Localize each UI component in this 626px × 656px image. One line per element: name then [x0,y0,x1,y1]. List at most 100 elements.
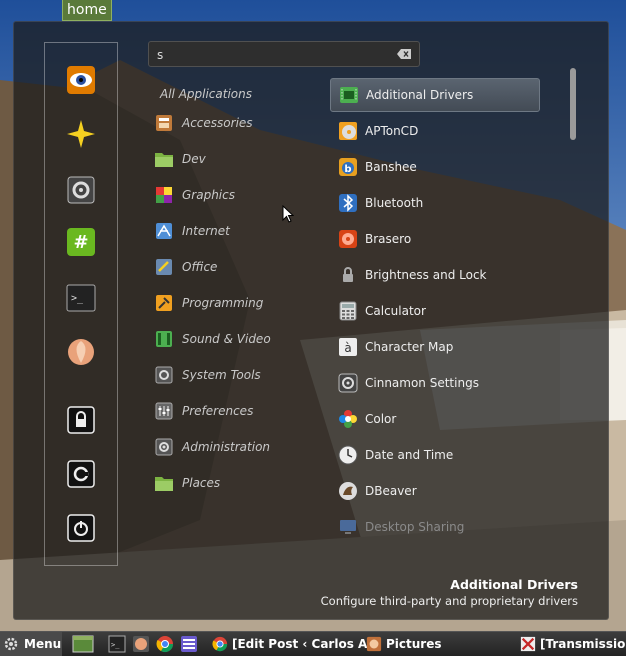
clock-icon [338,445,358,465]
fav-star[interactable] [64,117,98,151]
category-programming[interactable]: Programming [154,289,324,317]
category-system-tools[interactable]: System Tools [154,361,324,389]
workspace-icon [181,636,197,652]
folder-icon [154,473,174,493]
color-icon [338,409,358,429]
accessories-icon [154,113,174,133]
category-internet[interactable]: Internet [154,217,324,245]
settings-icon [338,373,358,393]
mouse-pointer-icon [282,205,294,223]
brasero-icon [338,229,358,249]
gear-icon [4,637,18,651]
fav-lock-screen[interactable] [64,403,98,437]
star-icon [67,120,95,148]
app-brasero[interactable]: Brasero [330,222,540,256]
desktop-icon-home-label[interactable]: home [62,0,112,21]
app-label: Bluetooth [365,196,424,210]
apps-scrollbar[interactable] [570,68,576,140]
category-all-applications[interactable]: All Applications [154,80,330,108]
shell-icon [133,636,149,652]
task-label: [Transmission] [540,637,626,651]
category-accessories[interactable]: Accessories [154,109,324,137]
search-input[interactable] [155,44,395,66]
desktop-sharing-icon [338,517,358,537]
task-transmission[interactable]: [Transmission] [520,632,626,656]
launcher-shell[interactable] [132,632,150,656]
launcher-terminal[interactable]: >_ [108,632,126,656]
launcher-show-desktop[interactable] [72,632,94,656]
programming-icon [154,293,174,313]
category-sound-video[interactable]: Sound & Video [154,325,324,353]
fav-hashtag[interactable]: # [64,225,98,259]
category-office[interactable]: Office [154,253,324,281]
category-dev[interactable]: Dev [154,145,324,173]
app-banshee[interactable]: b Banshee [330,150,540,184]
fav-shell[interactable] [64,335,98,369]
svg-text:b: b [344,164,351,175]
fav-system-settings[interactable] [64,173,98,207]
hashtag-icon: # [67,228,95,256]
svg-text:à: à [344,341,351,355]
folder-icon [366,636,382,652]
dbeaver-icon [338,481,358,501]
description-title: Additional Drivers [450,577,578,592]
fav-eye-of-gnome[interactable] [64,63,98,97]
power-icon [67,514,95,542]
category-label: System Tools [182,368,261,382]
category-label: Programming [182,296,264,310]
category-label: Office [182,260,218,274]
administration-icon [154,437,174,457]
app-date-and-time[interactable]: Date and Time [330,438,540,472]
app-character-map[interactable]: à Character Map [330,330,540,364]
svg-text:#: # [73,232,88,253]
app-label: Color [365,412,397,426]
terminal-icon: >_ [66,284,96,312]
app-label: Date and Time [365,448,454,462]
favorites-sidebar: # >_ [44,42,118,566]
graphics-icon [154,185,174,205]
logout-icon [67,460,95,488]
fav-terminal[interactable]: >_ [64,281,98,315]
folder-icon [154,149,174,169]
task-label: Pictures [386,637,442,651]
bluetooth-icon [338,193,358,213]
search-box[interactable] [148,41,420,67]
category-places[interactable]: Places [154,469,324,497]
app-desktop-sharing[interactable]: Desktop Sharing [330,510,540,544]
fav-logout[interactable] [64,457,98,491]
app-cinnamon-settings[interactable]: Cinnamon Settings [330,366,540,400]
app-brightness-and-lock[interactable]: Brightness and Lock [330,258,540,292]
fav-shutdown[interactable] [64,511,98,545]
task-edit-post[interactable]: [Edit Post ‹ Carlos A... [212,632,381,656]
app-dbeaver[interactable]: DBeaver [330,474,540,508]
menu-button[interactable]: Menu [0,632,62,656]
category-preferences[interactable]: Preferences [154,397,324,425]
app-aptoncd[interactable]: APTonCD [330,114,540,148]
category-label: Places [182,476,221,490]
svg-text:>_: >_ [71,293,84,304]
show-desktop-icon [72,635,94,653]
launcher-chrome[interactable] [156,632,174,656]
app-additional-drivers[interactable]: Additional Drivers [330,78,540,112]
app-label: Character Map [365,340,454,354]
task-label: [Edit Post ‹ Carlos A... [232,637,382,651]
taskbar: Menu >_ [Edit Post ‹ Carlos A... Picture… [0,631,626,656]
cd-icon [338,121,358,141]
office-icon [154,257,174,277]
clear-search-icon[interactable] [397,49,411,59]
character-map-icon: à [338,337,358,357]
description-text: Configure third-party and proprietary dr… [320,594,578,608]
menu-button-label: Menu [24,637,62,651]
app-bluetooth[interactable]: Bluetooth [330,186,540,220]
app-color[interactable]: Color [330,402,540,436]
category-graphics[interactable]: Graphics [154,181,324,209]
app-calculator[interactable]: Calculator [330,294,540,328]
terminal-icon: >_ [108,635,126,653]
app-label: APTonCD [365,124,419,138]
category-label: Internet [182,224,230,238]
task-pictures[interactable]: Pictures [366,632,442,656]
app-label: Calculator [365,304,426,318]
settings-icon [67,176,95,204]
category-administration[interactable]: Administration [154,433,324,461]
launcher-workspace[interactable] [180,632,198,656]
